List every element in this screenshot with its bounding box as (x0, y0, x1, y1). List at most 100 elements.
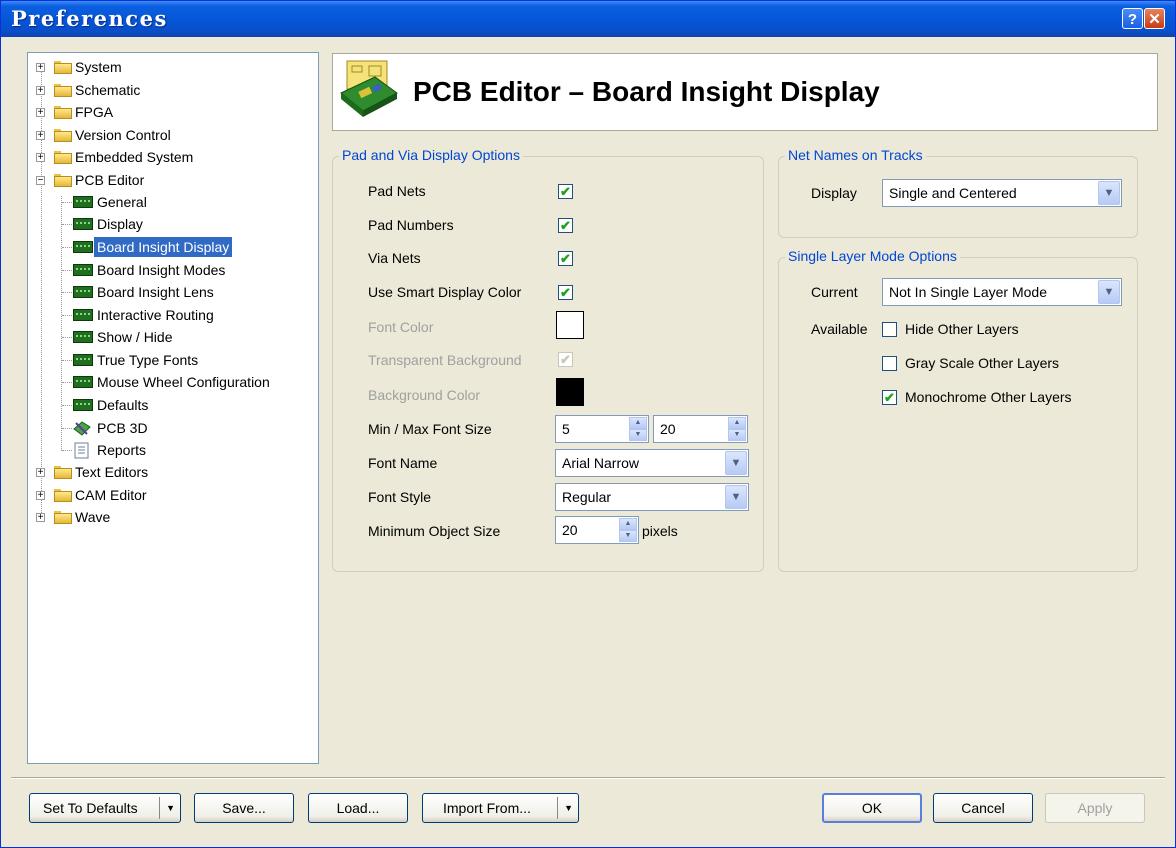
preferences-dialog: Preferences ? ✕ + System + Schematic + F… (0, 0, 1176, 848)
dropdown-arrow-icon[interactable]: ▼ (166, 794, 175, 822)
pcb-chip-icon (73, 376, 93, 388)
pcb-chip-icon (73, 399, 93, 411)
font-color-label: Font Color (368, 319, 434, 335)
font-name-value: Arial Narrow (562, 455, 640, 471)
expand-icon[interactable]: + (36, 153, 45, 163)
pcb-chip-icon (73, 241, 93, 253)
font-color-swatch[interactable] (556, 311, 584, 339)
chevron-down-icon[interactable]: ▼ (1098, 280, 1120, 304)
tree-line (61, 196, 62, 451)
display-label: Display (811, 185, 857, 201)
pad-numbers-label: Pad Numbers (368, 217, 454, 233)
tree-item-label: Board Insight Modes (97, 262, 226, 278)
min-font-spinner[interactable]: 5 ▲ ▼ (555, 415, 649, 443)
min-object-size-value: 20 (562, 522, 578, 538)
ok-button[interactable]: OK (822, 793, 922, 823)
spin-up-icon[interactable]: ▲ (619, 518, 637, 530)
expand-icon[interactable]: + (36, 108, 45, 118)
folder-icon (54, 511, 72, 524)
chevron-down-icon[interactable]: ▼ (725, 485, 747, 509)
single-layer-group: Single Layer Mode Options Current Not In… (778, 248, 1138, 572)
single-layer-group-title: Single Layer Mode Options (785, 248, 960, 264)
tree-item-label: Board Insight Display (94, 237, 233, 257)
spin-down-icon[interactable]: ▼ (629, 429, 647, 441)
save-button[interactable]: Save... (194, 793, 294, 823)
pad-via-group-title: Pad and Via Display Options (339, 147, 523, 163)
folder-icon (54, 151, 72, 164)
tree-item-label: Reports (97, 442, 147, 458)
font-style-combo[interactable]: Regular ▼ (555, 483, 749, 511)
expand-icon[interactable]: + (36, 468, 45, 478)
tree-item-label: Embedded System (75, 149, 194, 165)
preferences-tree[interactable]: + System + Schematic + FPGA + Version Co… (27, 52, 319, 764)
pad-nets-checkbox[interactable]: ✔ (558, 184, 573, 199)
set-to-defaults-label: Set To Defaults (43, 800, 138, 816)
smart-color-label: Use Smart Display Color (368, 284, 522, 300)
import-from-button[interactable]: Import From... ▼ (422, 793, 579, 823)
expand-icon[interactable]: + (36, 63, 45, 73)
net-names-group: Net Names on Tracks Display Single and C… (778, 147, 1138, 238)
net-names-group-title: Net Names on Tracks (785, 147, 926, 163)
tree-item-label: Board Insight Lens (97, 284, 214, 300)
pcb-board-icon (340, 60, 398, 117)
collapse-icon[interactable]: − (36, 176, 45, 186)
folder-icon (54, 129, 72, 142)
expand-icon[interactable]: + (36, 513, 45, 523)
tree-item-label: Mouse Wheel Configuration (97, 374, 270, 390)
title-bar[interactable]: Preferences ? ✕ (1, 1, 1175, 37)
transparent-bg-checkbox[interactable]: ✔ (558, 352, 573, 367)
folder-icon (54, 466, 72, 479)
chevron-down-icon[interactable]: ▼ (1098, 181, 1120, 205)
spin-down-icon[interactable]: ▼ (728, 429, 746, 441)
hide-other-layers-checkbox[interactable] (882, 322, 897, 337)
tree-item-label: Display (97, 216, 143, 232)
transparent-bg-label: Transparent Background (368, 352, 522, 368)
net-names-display-combo[interactable]: Single and Centered ▼ (882, 179, 1122, 207)
via-nets-checkbox[interactable]: ✔ (558, 251, 573, 266)
min-object-size-spinner[interactable]: 20 ▲ ▼ (555, 516, 639, 544)
pcb-chip-icon (73, 196, 93, 208)
folder-icon (54, 84, 72, 97)
display-value: Single and Centered (889, 185, 1017, 201)
tree-item-label: Text Editors (75, 464, 149, 480)
tree-item-label: CAM Editor (75, 487, 147, 503)
pcb-3d-icon (73, 421, 91, 436)
footer-divider (11, 777, 1165, 779)
tree-item-label: Defaults (97, 397, 149, 413)
expand-icon[interactable]: + (36, 86, 45, 96)
pad-numbers-checkbox[interactable]: ✔ (558, 218, 573, 233)
cancel-button[interactable]: Cancel (933, 793, 1033, 823)
monochrome-checkbox[interactable]: ✔ (882, 390, 897, 405)
expand-icon[interactable]: + (36, 131, 45, 141)
pixels-label: pixels (642, 523, 678, 539)
current-mode-combo[interactable]: Not In Single Layer Mode ▼ (882, 278, 1122, 306)
tree-item-label: FPGA (75, 104, 114, 120)
load-button[interactable]: Load... (308, 793, 408, 823)
tree-item-label: Schematic (75, 82, 141, 98)
gray-scale-checkbox[interactable] (882, 356, 897, 371)
bg-color-label: Background Color (368, 387, 481, 403)
font-name-combo[interactable]: Arial Narrow ▼ (555, 449, 749, 477)
chevron-down-icon[interactable]: ▼ (725, 451, 747, 475)
smart-color-checkbox[interactable]: ✔ (558, 285, 573, 300)
monochrome-label: Monochrome Other Layers (905, 389, 1072, 405)
current-label: Current (811, 284, 858, 300)
hide-other-layers-label: Hide Other Layers (905, 321, 1019, 337)
set-to-defaults-button[interactable]: Set To Defaults ▼ (29, 793, 181, 823)
dropdown-arrow-icon[interactable]: ▼ (564, 794, 573, 822)
close-button[interactable]: ✕ (1144, 8, 1165, 29)
max-font-spinner[interactable]: 20 ▲ ▼ (653, 415, 748, 443)
bg-color-swatch[interactable] (556, 378, 584, 406)
apply-button[interactable]: Apply (1045, 793, 1145, 823)
report-icon (74, 442, 89, 459)
spin-up-icon[interactable]: ▲ (629, 417, 647, 429)
font-name-label: Font Name (368, 455, 438, 471)
expand-icon[interactable]: + (36, 491, 45, 501)
help-button[interactable]: ? (1122, 8, 1143, 29)
spin-down-icon[interactable]: ▼ (619, 530, 637, 542)
import-from-label: Import From... (443, 800, 531, 816)
spin-up-icon[interactable]: ▲ (728, 417, 746, 429)
pad-via-group: Pad and Via Display Options Pad Nets ✔ P… (332, 147, 764, 572)
pcb-chip-icon (73, 264, 93, 276)
current-mode-value: Not In Single Layer Mode (889, 284, 1047, 300)
